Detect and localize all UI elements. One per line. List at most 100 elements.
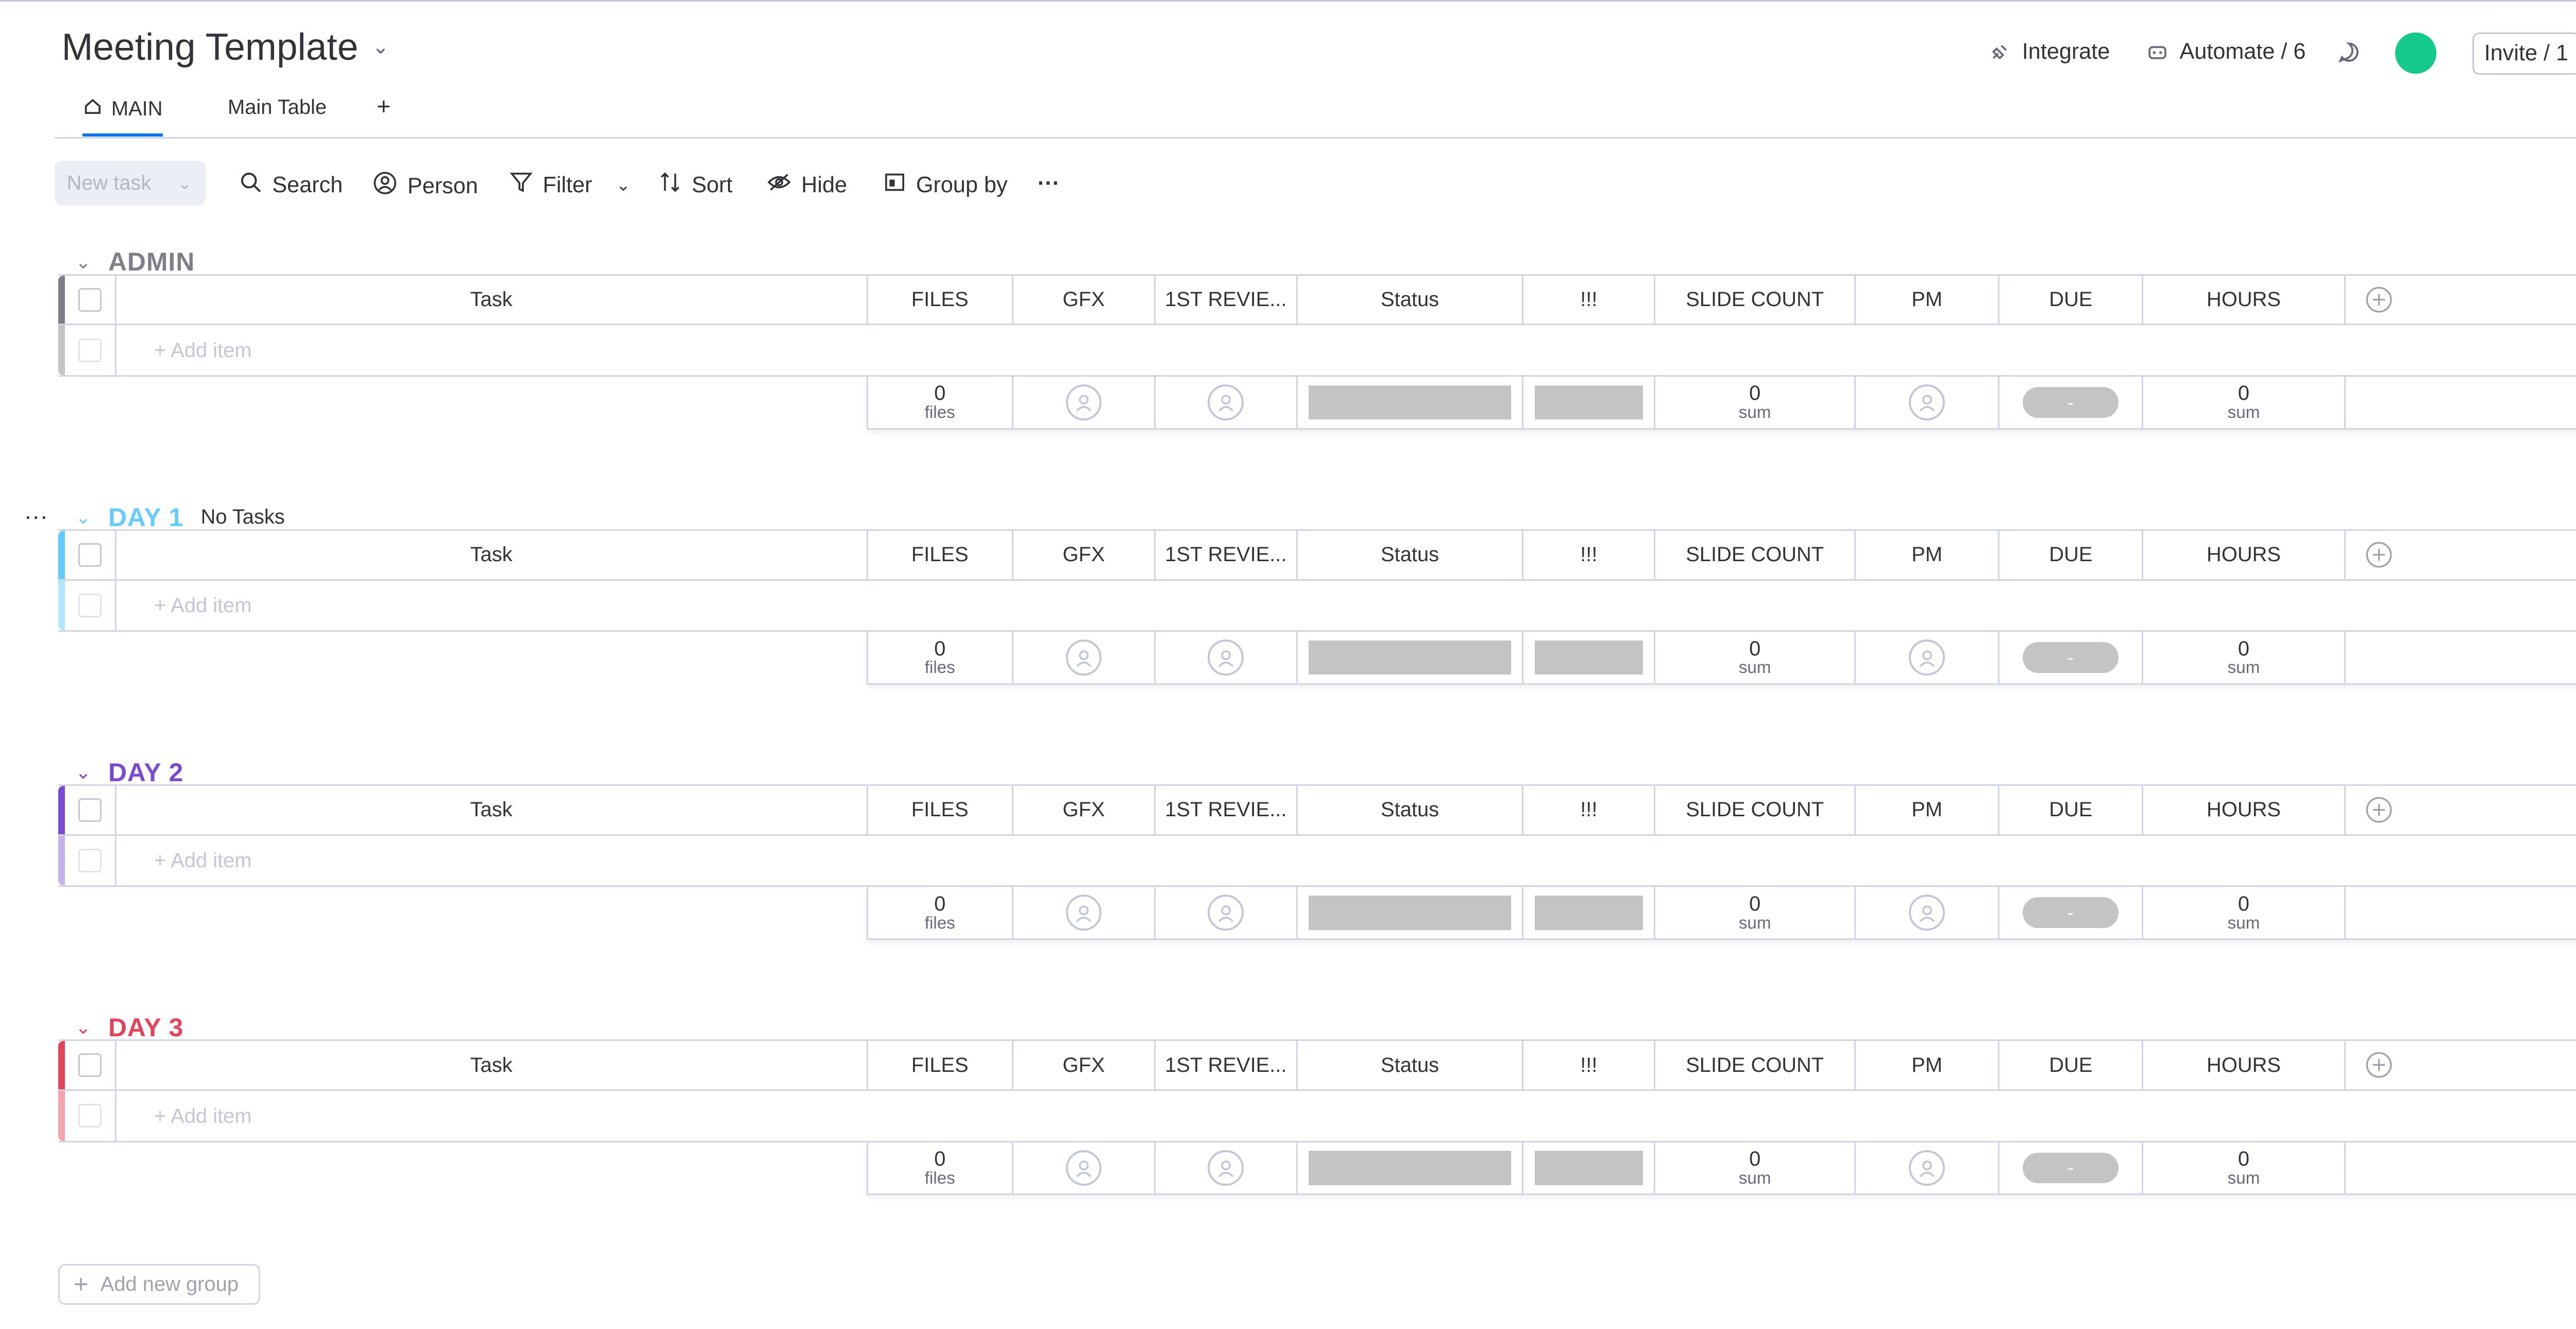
add-item-input[interactable]: + Add item — [154, 339, 251, 362]
chevron-down-icon[interactable]: ⌄ — [75, 251, 91, 273]
column-header-due[interactable]: DUE — [1998, 786, 2142, 834]
column-header-priority[interactable]: !!! — [1522, 275, 1654, 324]
column-header-gfx[interactable]: GFX — [1012, 275, 1154, 324]
toolbar-more-button[interactable]: ··· — [1038, 171, 1060, 196]
column-header-task[interactable]: Task — [114, 1041, 867, 1089]
group-color-bar — [58, 786, 65, 834]
column-header-task[interactable]: Task — [114, 530, 867, 579]
group-by-label: Group by — [916, 172, 1008, 197]
board-group: ⌄ ADMIN Task FILES GFX 1ST REVIE... Stat… — [0, 242, 2576, 447]
column-header-hours[interactable]: HOURS — [2142, 275, 2344, 324]
group-name[interactable]: DAY 3 — [108, 1013, 183, 1042]
person-filter-button[interactable]: Person — [373, 171, 478, 201]
invite-button[interactable]: Invite / 1 — [2472, 32, 2576, 75]
column-header-status[interactable]: Status — [1296, 1041, 1522, 1089]
chevron-down-icon[interactable]: ⌄ — [177, 173, 192, 194]
column-header-slide-count[interactable]: SLIDE COUNT — [1654, 786, 1854, 834]
add-column-button[interactable] — [2344, 1041, 2413, 1089]
select-all-checkbox[interactable] — [78, 798, 102, 822]
column-header-status[interactable]: Status — [1296, 786, 1522, 834]
sort-button[interactable]: Sort — [659, 171, 733, 199]
column-header-first-review[interactable]: 1ST REVIE... — [1154, 275, 1296, 324]
column-header-priority[interactable]: !!! — [1522, 786, 1654, 834]
new-task-button[interactable]: New task ⌄ — [55, 161, 206, 206]
tab-main[interactable]: MAIN — [82, 96, 163, 137]
column-header-pm[interactable]: PM — [1854, 530, 1998, 579]
group-color-bar-light — [58, 1090, 65, 1141]
column-header-gfx[interactable]: GFX — [1012, 786, 1154, 834]
add-new-group-button[interactable]: + Add new group — [58, 1264, 261, 1305]
select-all-checkbox[interactable] — [78, 288, 102, 312]
add-item-input[interactable]: + Add item — [154, 594, 251, 617]
column-header-pm[interactable]: PM — [1854, 275, 1998, 324]
add-item-row[interactable]: + Add item — [58, 325, 2576, 377]
select-all-checkbox[interactable] — [78, 1053, 102, 1078]
tab-main-table[interactable]: Main Table — [228, 96, 327, 119]
column-header-priority[interactable]: !!! — [1522, 1041, 1654, 1089]
group-more-icon[interactable]: ··· — [24, 502, 48, 530]
hide-button[interactable]: Hide — [767, 171, 847, 199]
add-column-button[interactable] — [2344, 786, 2413, 834]
column-header-status[interactable]: Status — [1296, 275, 1522, 324]
slide-count-summary-value: 0 — [1749, 1147, 1761, 1170]
group-name[interactable]: DAY 1 — [108, 502, 183, 532]
column-header-slide-count[interactable]: SLIDE COUNT — [1654, 1041, 1854, 1089]
column-header-task[interactable]: Task — [114, 275, 867, 324]
group-by-button[interactable]: Group by — [884, 171, 1008, 199]
person-placeholder-icon — [1065, 640, 1102, 676]
column-header-pm[interactable]: PM — [1854, 1041, 1998, 1089]
column-header-due[interactable]: DUE — [1998, 530, 2142, 579]
column-header-first-review[interactable]: 1ST REVIE... — [1154, 786, 1296, 834]
group-name[interactable]: ADMIN — [108, 247, 195, 277]
column-header-priority[interactable]: !!! — [1522, 530, 1654, 579]
board-title[interactable]: Meeting Template ⌄ — [62, 26, 389, 69]
add-column-button[interactable] — [2344, 275, 2413, 324]
search-button[interactable]: Search — [240, 171, 343, 199]
select-all-checkbox[interactable] — [78, 543, 102, 567]
gfx-summary — [1012, 632, 1154, 683]
column-header-due[interactable]: DUE — [1998, 275, 2142, 324]
column-header-files[interactable]: FILES — [866, 530, 1012, 579]
column-header-slide-count[interactable]: SLIDE COUNT — [1654, 275, 1854, 324]
column-header-hours[interactable]: HOURS — [2142, 1041, 2344, 1089]
chevron-down-icon[interactable]: ⌄ — [616, 175, 631, 195]
add-item-input[interactable]: + Add item — [154, 849, 251, 872]
column-header-gfx[interactable]: GFX — [1012, 530, 1154, 579]
column-header-pm[interactable]: PM — [1854, 786, 1998, 834]
integrate-button[interactable]: Integrate — [1988, 39, 2110, 64]
column-header-status[interactable]: Status — [1296, 530, 1522, 579]
column-header-gfx[interactable]: GFX — [1012, 1041, 1154, 1089]
add-view-button[interactable]: + — [377, 92, 391, 120]
more-icon: ··· — [1037, 171, 1060, 196]
add-item-row[interactable]: + Add item — [58, 1090, 2576, 1142]
automate-button[interactable]: Automate / 6 — [2145, 39, 2306, 64]
column-header-files[interactable]: FILES — [866, 786, 1012, 834]
column-header-files[interactable]: FILES — [866, 275, 1012, 324]
group-name[interactable]: DAY 2 — [108, 758, 183, 787]
avatar[interactable] — [2395, 32, 2437, 74]
column-header-hours[interactable]: HOURS — [2142, 530, 2344, 579]
tab-main-label: MAIN — [111, 97, 163, 120]
chevron-down-icon[interactable]: ⌄ — [75, 1016, 91, 1038]
column-header-hours[interactable]: HOURS — [2142, 786, 2344, 834]
add-column-button[interactable] — [2344, 530, 2413, 579]
filter-button[interactable]: Filter ⌄ — [510, 171, 631, 199]
chevron-down-icon[interactable]: ⌄ — [372, 35, 389, 59]
add-item-input[interactable]: + Add item — [154, 1105, 251, 1128]
add-item-row[interactable]: + Add item — [58, 580, 2576, 632]
column-header-due[interactable]: DUE — [1998, 1041, 2142, 1089]
chevron-down-icon[interactable]: ⌄ — [75, 506, 91, 528]
chevron-down-icon[interactable]: ⌄ — [75, 761, 91, 783]
add-item-row[interactable]: + Add item — [58, 835, 2576, 887]
priority-summary-bar — [1535, 896, 1643, 930]
gfx-summary — [1012, 887, 1154, 939]
column-header-slide-count[interactable]: SLIDE COUNT — [1654, 530, 1854, 579]
column-header-files[interactable]: FILES — [866, 1041, 1012, 1089]
hours-summary-unit: sum — [2227, 658, 2260, 678]
status-summary — [1296, 1142, 1522, 1194]
updates-icon[interactable] — [2337, 39, 2361, 71]
column-header-task[interactable]: Task — [114, 786, 867, 834]
status-summary — [1296, 377, 1522, 428]
column-header-first-review[interactable]: 1ST REVIE... — [1154, 530, 1296, 579]
column-header-first-review[interactable]: 1ST REVIE... — [1154, 1041, 1296, 1089]
